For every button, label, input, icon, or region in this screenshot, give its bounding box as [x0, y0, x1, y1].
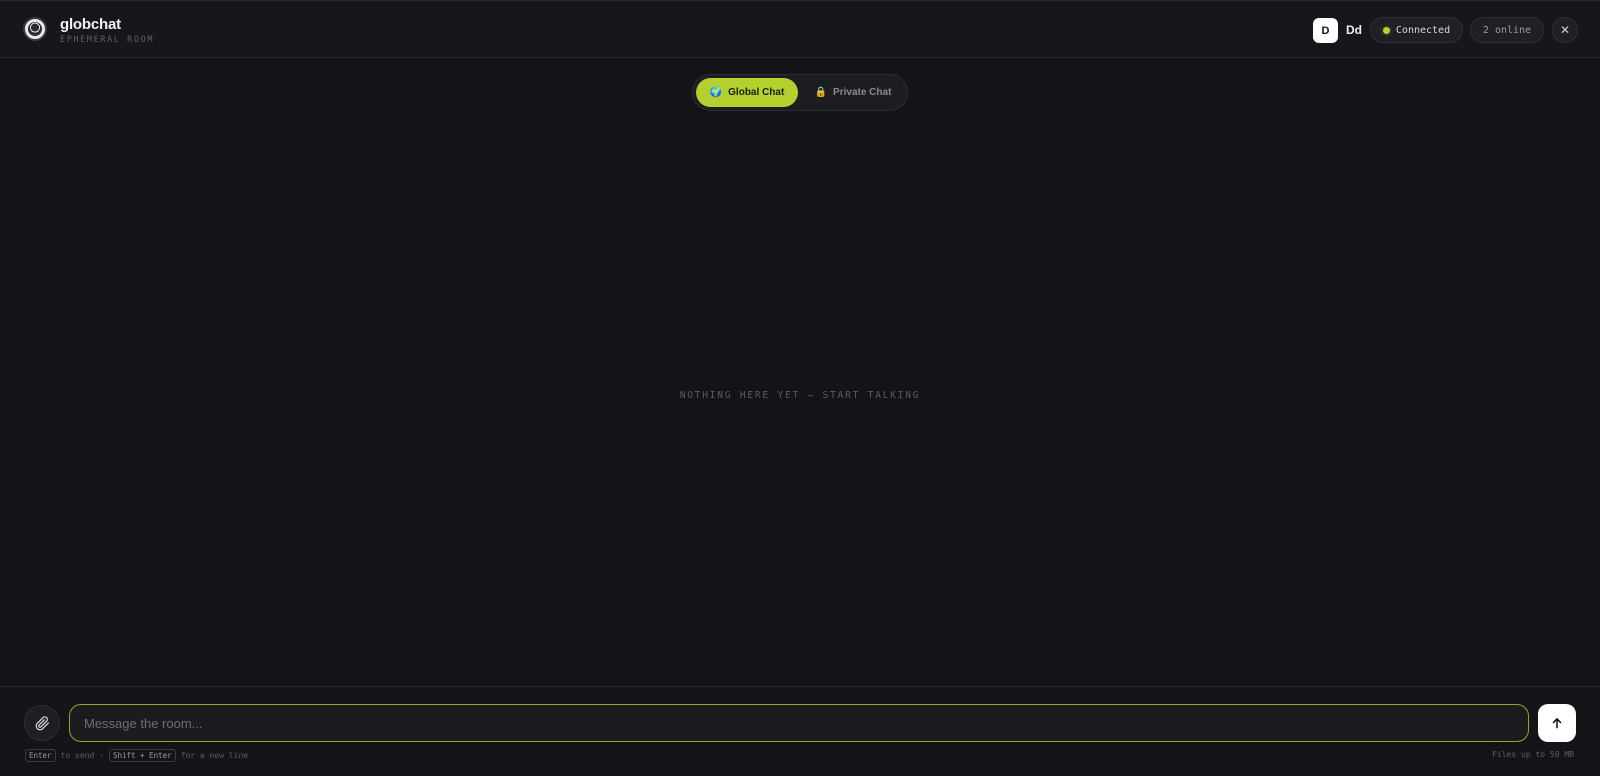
app-header: globchat EPHEMERAL ROOM D Dd Connected 2… [0, 0, 1600, 58]
logo-icon [28, 22, 42, 36]
attach-file-button[interactable] [24, 705, 60, 741]
online-count-badge[interactable]: 2 online [1470, 17, 1544, 43]
close-button[interactable]: ✕ [1552, 17, 1578, 43]
room-subtitle: EPHEMERAL ROOM [60, 35, 155, 45]
connection-status-badge: Connected [1370, 17, 1463, 43]
keyboard-hint: Enter to send · Shift + Enter for a new … [25, 749, 253, 762]
message-input[interactable] [69, 704, 1529, 742]
send-button[interactable] [1538, 704, 1576, 742]
message-composer: Enter to send · Shift + Enter for a new … [0, 686, 1600, 776]
newline-hint-text: for a new line [180, 751, 249, 760]
empty-state-message: NOTHING HERE YET — START TALKING [679, 390, 921, 401]
paperclip-icon [35, 715, 49, 730]
enter-key-hint: Enter [25, 749, 56, 762]
arrow-up-icon [1552, 718, 1562, 729]
tab-global-chat[interactable]: 🌍 Global Chat [696, 78, 798, 107]
tab-private-chat-label: Private Chat [833, 87, 892, 98]
tab-global-chat-label: Global Chat [728, 87, 785, 98]
app-title: globchat [60, 16, 121, 33]
shift-enter-key-hint: Shift + Enter [108, 749, 176, 762]
chat-mode-tabs: 🌍 Global Chat 🔒 Private Chat [692, 74, 908, 111]
tab-private-chat[interactable]: 🔒 Private Chat [803, 78, 903, 107]
app-logo [23, 17, 47, 41]
connection-status-label: Connected [1395, 24, 1451, 36]
avatar[interactable]: D [1313, 18, 1338, 43]
close-icon: ✕ [1559, 23, 1571, 37]
globe-icon: 🌍 [709, 87, 723, 98]
file-size-note: Files up to 50 MB [1492, 750, 1574, 759]
status-dot-icon [1382, 26, 1390, 34]
send-hint-text: to send · [60, 751, 104, 760]
lock-icon: 🔒 [814, 87, 828, 98]
username: Dd [1346, 23, 1362, 37]
online-count-label: 2 online [1482, 24, 1532, 36]
